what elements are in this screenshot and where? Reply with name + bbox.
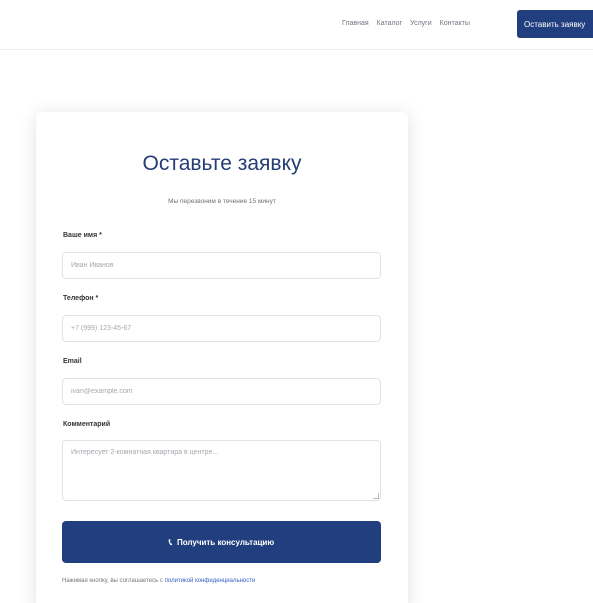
privacy-policy-link[interactable]: политикой конфиденциальности bbox=[165, 578, 256, 584]
email-label: Email bbox=[63, 358, 82, 365]
nav-link-contacts[interactable]: Контакты bbox=[440, 20, 470, 27]
consent-prefix: Нажимая кнопку, вы соглашаетесь с bbox=[62, 578, 165, 584]
phone-icon: 📞︎ bbox=[168, 536, 172, 547]
site-header: Главная Каталог Услуги Контакты Оставить… bbox=[0, 0, 593, 50]
textarea-resize-handle[interactable] bbox=[373, 493, 379, 499]
consent-text: Нажимая кнопку, вы соглашаетесь с полити… bbox=[62, 578, 255, 584]
form-title: Оставьте заявку bbox=[142, 152, 302, 175]
get-consultation-button[interactable]: 📞︎ Получить консультацию bbox=[62, 521, 381, 563]
name-label: Ваше имя * bbox=[63, 232, 102, 239]
phone-input[interactable] bbox=[62, 315, 381, 342]
nav-link-home[interactable]: Главная bbox=[342, 20, 369, 27]
form-subtitle: Мы перезвоним в течение 15 минут bbox=[168, 198, 276, 205]
nav-link-services[interactable]: Услуги bbox=[410, 20, 432, 27]
comment-textarea[interactable] bbox=[62, 440, 381, 501]
comment-label: Комментарий bbox=[63, 421, 111, 428]
nav-link-catalog[interactable]: Каталог bbox=[377, 20, 402, 27]
submit-button-label: Получить консультацию bbox=[176, 537, 275, 547]
leave-request-button[interactable]: Оставить заявку bbox=[517, 10, 593, 38]
email-input[interactable] bbox=[62, 378, 381, 405]
page: Главная Каталог Услуги Контакты Оставить… bbox=[0, 0, 593, 603]
request-form-card: Оставьте заявку Мы перезвоним в течение … bbox=[36, 112, 408, 603]
phone-label: Телефон * bbox=[63, 295, 99, 302]
main-nav: Главная Каталог Услуги Контакты bbox=[342, 20, 470, 27]
name-input[interactable] bbox=[62, 252, 381, 279]
